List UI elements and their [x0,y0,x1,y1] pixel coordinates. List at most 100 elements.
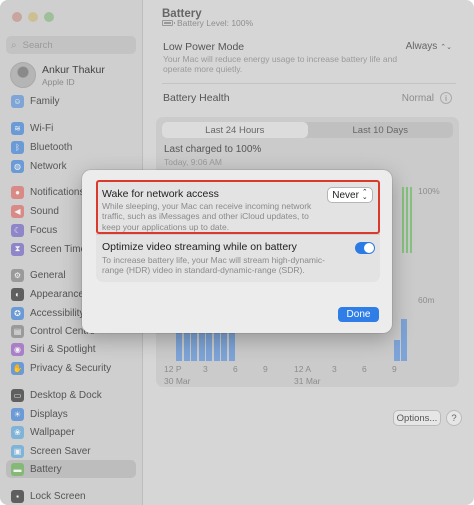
low-power-mode-select[interactable]: Always ⌃⌄ [406,41,452,52]
battery-level-status: Battery Level: 100% [162,18,253,28]
options-button[interactable]: Options... [393,410,441,426]
sidebar-item-wallpaper[interactable]: ❀ Wallpaper [6,423,136,441]
battery-level-bar [406,187,408,253]
x-tick-label: 3 [203,364,208,374]
sidebar-item-desktop-and-dock[interactable]: ▭ Desktop & Dock [6,386,136,404]
user-subtitle: Apple ID [42,76,75,87]
sidebar-item-lock-screen[interactable]: ▪ Lock Screen [6,487,136,505]
wake-for-network-access-row: Wake for network access While sleeping, … [96,180,380,234]
optimize-video-streaming-row: Optimize video streaming while on batter… [96,234,380,282]
wake-for-network-access-select[interactable]: Never ⌃ ⌄ [327,187,373,203]
wake-select-value: Never [332,189,359,201]
options-card: Wake for network access While sleeping, … [96,180,380,282]
sidebar-item-displays[interactable]: ☀ Displays [6,405,136,423]
done-button[interactable]: Done [338,307,379,322]
help-button[interactable]: ? [446,410,462,426]
updown-chevron-icon: ⌃⌄ [440,44,452,51]
wallpaper-icon: ❀ [11,425,24,439]
zoom-window-button[interactable] [44,12,54,22]
usage-bar [393,340,400,361]
x-tick-label: 9 [392,364,397,374]
sidebar-item-label: General [30,269,66,281]
control-centre-icon: ▤ [11,324,24,338]
battery-options-dialog: Wake for network access While sleeping, … [82,170,392,333]
appearance-icon: ◐ [11,287,24,301]
minimize-window-button[interactable] [28,12,38,22]
sidebar-item-label: Battery [30,463,62,475]
wake-for-network-access-description: While sleeping, your Mac can receive inc… [102,201,312,232]
accessibility-icon: ✪ [11,306,24,320]
battery-health-label: Battery Health [163,92,230,104]
usage-axis-label: 60m [418,295,435,305]
low-power-mode-description: Your Mac will reduce energy usage to inc… [163,54,398,75]
low-power-mode-label: Low Power Mode [163,41,245,53]
user-name: Ankur Thakur [42,63,105,76]
displays-icon: ☀ [11,407,24,421]
sidebar-item-privacy-and-security[interactable]: ✋ Privacy & Security [6,359,136,377]
screen-time-icon: ⧗ [11,242,24,256]
level-axis-label: 100% [418,186,440,196]
sidebar-item-label: Screen Saver [30,445,91,457]
sidebar-item-label: Focus [30,224,58,236]
gear-icon: ⚙ [11,268,24,282]
sidebar-item-label: Desktop & Dock [30,389,102,401]
last-charged-time: Today, 9:06 AM [164,157,222,167]
sidebar-item-label: Network [30,160,67,172]
apple-id-account[interactable]: Ankur Thakur Apple ID [10,62,105,88]
battery-level-bars [402,187,414,253]
sidebar-item-wi-fi[interactable]: ≋ Wi-Fi [6,119,136,137]
divider [162,83,456,84]
sidebar-item-bluetooth[interactable]: ᛒ Bluetooth [6,138,136,156]
battery-level-icon [162,20,175,26]
sidebar-item-label: Bluetooth [30,141,73,153]
sidebar-item-siri-and-spotlight[interactable]: ◉ Siri & Spotlight [6,340,136,358]
tab-last-10-days[interactable]: Last 10 Days [308,122,454,138]
family-icon: ☺ [11,94,24,108]
battery-level-bar [410,187,412,253]
battery-level-text: Battery Level: 100% [177,18,254,28]
x-tick-label: 12 P [164,364,182,374]
battery-health-status: Normal i [402,92,452,104]
sidebar-item-label: Appearance [30,288,84,300]
privacy-hand-icon: ✋ [11,361,24,375]
close-window-button[interactable] [12,12,22,22]
window-controls [12,12,54,22]
search-placeholder: Search [22,39,53,51]
sidebar-item-label: Screen Time [30,243,87,255]
x-tick-label: 6 [233,364,238,374]
battery-level-bar [402,187,404,253]
network-icon: ◍ [11,159,24,173]
bluetooth-icon: ᛒ [11,140,24,154]
sidebar-item-label: Accessibility [30,307,85,319]
x-tick-label: 9 [263,364,268,374]
sidebar-item-battery[interactable]: ▬ Battery [6,460,136,478]
optimize-video-streaming-toggle[interactable] [355,242,375,254]
screen-saver-icon: ▣ [11,444,24,458]
last-charged-label: Last charged to 100% [164,144,262,155]
battery-icon: ▬ [11,462,24,476]
siri-icon: ◉ [11,342,24,356]
sidebar-item-label: Privacy & Security [30,362,112,374]
search-icon: ⌕ [11,39,17,51]
sidebar-item-label: Siri & Spotlight [30,343,96,355]
sidebar-item-family[interactable]: ☺ Family [6,92,136,110]
optimize-video-streaming-description: To increase battery life, your Mac will … [102,255,325,276]
date-label: 30 Mar [164,376,191,386]
sound-icon: ◀ [11,204,24,218]
toggle-knob [364,243,374,253]
focus-icon: ☾ [11,223,24,237]
notifications-icon: ● [11,185,24,199]
sidebar-item-screen-saver[interactable]: ▣ Screen Saver [6,442,136,460]
wifi-icon: ≋ [11,121,24,135]
search-input[interactable]: ⌕ Search [6,36,136,54]
sidebar-item-label: Notifications [30,186,85,198]
info-icon[interactable]: i [440,92,452,104]
x-tick-label: 3 [332,364,337,374]
sidebar-item-label: Family [30,95,60,107]
sidebar-item-label: Displays [30,408,68,420]
optimize-video-streaming-label: Optimize video streaming while on batter… [102,241,297,253]
avatar [10,62,36,88]
tab-last-24-hours[interactable]: Last 24 Hours [162,122,308,138]
desktop-dock-icon: ▭ [11,388,24,402]
usage-bar [401,319,407,361]
